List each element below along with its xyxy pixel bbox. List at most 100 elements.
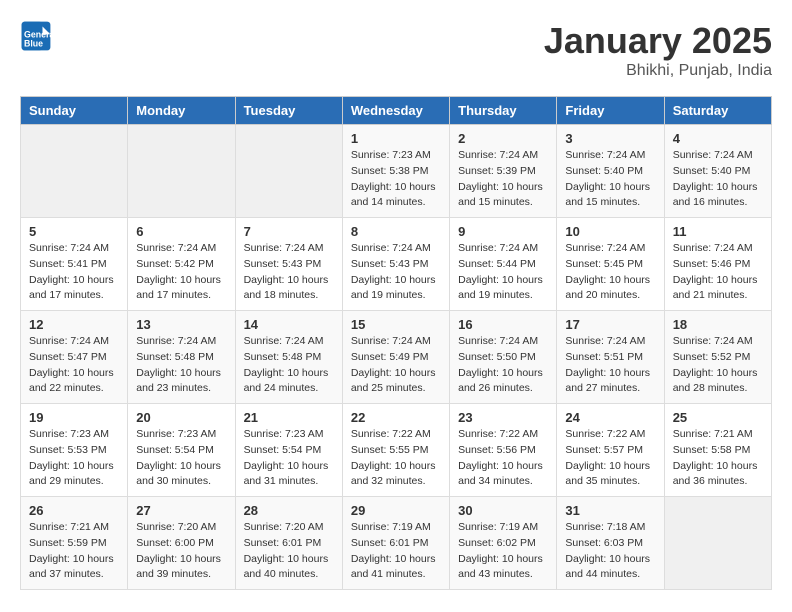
day-number: 26 (29, 503, 119, 518)
day-info: Sunrise: 7:19 AMSunset: 6:01 PMDaylight:… (351, 520, 441, 583)
day-number: 27 (136, 503, 226, 518)
day-info: Sunrise: 7:24 AMSunset: 5:41 PMDaylight:… (29, 241, 119, 304)
day-number: 15 (351, 317, 441, 332)
day-info: Sunrise: 7:24 AMSunset: 5:40 PMDaylight:… (565, 148, 655, 211)
day-info: Sunrise: 7:24 AMSunset: 5:39 PMDaylight:… (458, 148, 548, 211)
day-cell: 4 Sunrise: 7:24 AMSunset: 5:40 PMDaylight… (664, 125, 771, 218)
day-cell: 23 Sunrise: 7:22 AMSunset: 5:56 PMDayligh… (450, 404, 557, 497)
column-header-monday: Monday (128, 97, 235, 125)
day-number: 22 (351, 410, 441, 425)
logo-icon: General Blue (20, 20, 52, 52)
day-cell (235, 125, 342, 218)
column-header-saturday: Saturday (664, 97, 771, 125)
day-info: Sunrise: 7:20 AMSunset: 6:00 PMDaylight:… (136, 520, 226, 583)
day-info: Sunrise: 7:23 AMSunset: 5:54 PMDaylight:… (244, 427, 334, 490)
day-info: Sunrise: 7:24 AMSunset: 5:45 PMDaylight:… (565, 241, 655, 304)
day-number: 16 (458, 317, 548, 332)
week-row-3: 12 Sunrise: 7:24 AMSunset: 5:47 PMDayligh… (21, 311, 772, 404)
day-number: 24 (565, 410, 655, 425)
svg-text:Blue: Blue (24, 38, 43, 48)
day-info: Sunrise: 7:22 AMSunset: 5:57 PMDaylight:… (565, 427, 655, 490)
day-cell: 22 Sunrise: 7:22 AMSunset: 5:55 PMDayligh… (342, 404, 449, 497)
day-number: 2 (458, 131, 548, 146)
day-cell: 16 Sunrise: 7:24 AMSunset: 5:50 PMDayligh… (450, 311, 557, 404)
day-number: 21 (244, 410, 334, 425)
day-cell: 20Sunrise: 7:23 AMSunset: 5:54 PMDayligh… (128, 404, 235, 497)
day-number: 23 (458, 410, 548, 425)
day-info: Sunrise: 7:21 AMSunset: 5:58 PMDaylight:… (673, 427, 763, 490)
calendar-title: January 2025 (544, 20, 772, 62)
day-cell: 6 Sunrise: 7:24 AMSunset: 5:42 PMDaylight… (128, 218, 235, 311)
logo: General Blue (20, 20, 56, 52)
day-cell: 3 Sunrise: 7:24 AMSunset: 5:40 PMDaylight… (557, 125, 664, 218)
day-info: Sunrise: 7:23 AMSunset: 5:54 PMDaylight:… (136, 427, 226, 490)
page-header: General Blue January 2025 Bhikhi, Punjab… (20, 20, 772, 80)
day-cell: 19Sunrise: 7:23 AMSunset: 5:53 PMDayligh… (21, 404, 128, 497)
day-number: 4 (673, 131, 763, 146)
header-row: SundayMondayTuesdayWednesdayThursdayFrid… (21, 97, 772, 125)
day-number: 3 (565, 131, 655, 146)
day-number: 10 (565, 224, 655, 239)
day-info: Sunrise: 7:20 AMSunset: 6:01 PMDaylight:… (244, 520, 334, 583)
day-cell: 24 Sunrise: 7:22 AMSunset: 5:57 PMDayligh… (557, 404, 664, 497)
day-info: Sunrise: 7:24 AMSunset: 5:48 PMDaylight:… (244, 334, 334, 397)
day-number: 25 (673, 410, 763, 425)
day-cell: 30 Sunrise: 7:19 AMSunset: 6:02 PMDayligh… (450, 497, 557, 590)
calendar-table: SundayMondayTuesdayWednesdayThursdayFrid… (20, 96, 772, 590)
day-number: 19 (29, 410, 119, 425)
day-number: 30 (458, 503, 548, 518)
day-cell: 1Sunrise: 7:23 AMSunset: 5:38 PMDaylight… (342, 125, 449, 218)
day-info: Sunrise: 7:22 AMSunset: 5:55 PMDaylight:… (351, 427, 441, 490)
day-info: Sunrise: 7:24 AMSunset: 5:46 PMDaylight:… (673, 241, 763, 304)
week-row-2: 5 Sunrise: 7:24 AMSunset: 5:41 PMDaylight… (21, 218, 772, 311)
day-cell: 15 Sunrise: 7:24 AMSunset: 5:49 PMDayligh… (342, 311, 449, 404)
day-info: Sunrise: 7:24 AMSunset: 5:50 PMDaylight:… (458, 334, 548, 397)
day-number: 1 (351, 131, 441, 146)
day-number: 7 (244, 224, 334, 239)
day-info: Sunrise: 7:24 AMSunset: 5:44 PMDaylight:… (458, 241, 548, 304)
day-number: 18 (673, 317, 763, 332)
day-cell: 7 Sunrise: 7:24 AMSunset: 5:43 PMDaylight… (235, 218, 342, 311)
day-number: 12 (29, 317, 119, 332)
day-number: 28 (244, 503, 334, 518)
column-header-thursday: Thursday (450, 97, 557, 125)
column-header-tuesday: Tuesday (235, 97, 342, 125)
day-number: 29 (351, 503, 441, 518)
day-info: Sunrise: 7:19 AMSunset: 6:02 PMDaylight:… (458, 520, 548, 583)
column-header-sunday: Sunday (21, 97, 128, 125)
day-cell: 27 Sunrise: 7:20 AMSunset: 6:00 PMDayligh… (128, 497, 235, 590)
day-cell: 8 Sunrise: 7:24 AMSunset: 5:43 PMDaylight… (342, 218, 449, 311)
day-info: Sunrise: 7:24 AMSunset: 5:49 PMDaylight:… (351, 334, 441, 397)
day-cell (128, 125, 235, 218)
day-info: Sunrise: 7:24 AMSunset: 5:40 PMDaylight:… (673, 148, 763, 211)
day-cell: 14 Sunrise: 7:24 AMSunset: 5:48 PMDayligh… (235, 311, 342, 404)
calendar-subtitle: Bhikhi, Punjab, India (544, 62, 772, 80)
day-cell: 10 Sunrise: 7:24 AMSunset: 5:45 PMDayligh… (557, 218, 664, 311)
day-number: 6 (136, 224, 226, 239)
day-number: 5 (29, 224, 119, 239)
day-cell: 2 Sunrise: 7:24 AMSunset: 5:39 PMDaylight… (450, 125, 557, 218)
day-cell: 31Sunrise: 7:18 AMSunset: 6:03 PMDayligh… (557, 497, 664, 590)
day-info: Sunrise: 7:24 AMSunset: 5:48 PMDaylight:… (136, 334, 226, 397)
day-info: Sunrise: 7:24 AMSunset: 5:43 PMDaylight:… (351, 241, 441, 304)
day-number: 11 (673, 224, 763, 239)
day-info: Sunrise: 7:24 AMSunset: 5:47 PMDaylight:… (29, 334, 119, 397)
day-cell: 26Sunrise: 7:21 AMSunset: 5:59 PMDayligh… (21, 497, 128, 590)
day-cell: 25 Sunrise: 7:21 AMSunset: 5:58 PMDayligh… (664, 404, 771, 497)
day-info: Sunrise: 7:22 AMSunset: 5:56 PMDaylight:… (458, 427, 548, 490)
day-info: Sunrise: 7:24 AMSunset: 5:42 PMDaylight:… (136, 241, 226, 304)
day-cell: 21 Sunrise: 7:23 AMSunset: 5:54 PMDayligh… (235, 404, 342, 497)
day-cell: 9Sunrise: 7:24 AMSunset: 5:44 PMDaylight… (450, 218, 557, 311)
day-cell: 28 Sunrise: 7:20 AMSunset: 6:01 PMDayligh… (235, 497, 342, 590)
title-block: January 2025 Bhikhi, Punjab, India (544, 20, 772, 80)
day-number: 8 (351, 224, 441, 239)
week-row-1: 1Sunrise: 7:23 AMSunset: 5:38 PMDaylight… (21, 125, 772, 218)
day-info: Sunrise: 7:24 AMSunset: 5:43 PMDaylight:… (244, 241, 334, 304)
column-header-friday: Friday (557, 97, 664, 125)
day-cell: 13Sunrise: 7:24 AMSunset: 5:48 PMDayligh… (128, 311, 235, 404)
day-cell: 11 Sunrise: 7:24 AMSunset: 5:46 PMDayligh… (664, 218, 771, 311)
day-cell (664, 497, 771, 590)
day-cell: 29 Sunrise: 7:19 AMSunset: 6:01 PMDayligh… (342, 497, 449, 590)
day-info: Sunrise: 7:24 AMSunset: 5:52 PMDaylight:… (673, 334, 763, 397)
day-number: 14 (244, 317, 334, 332)
